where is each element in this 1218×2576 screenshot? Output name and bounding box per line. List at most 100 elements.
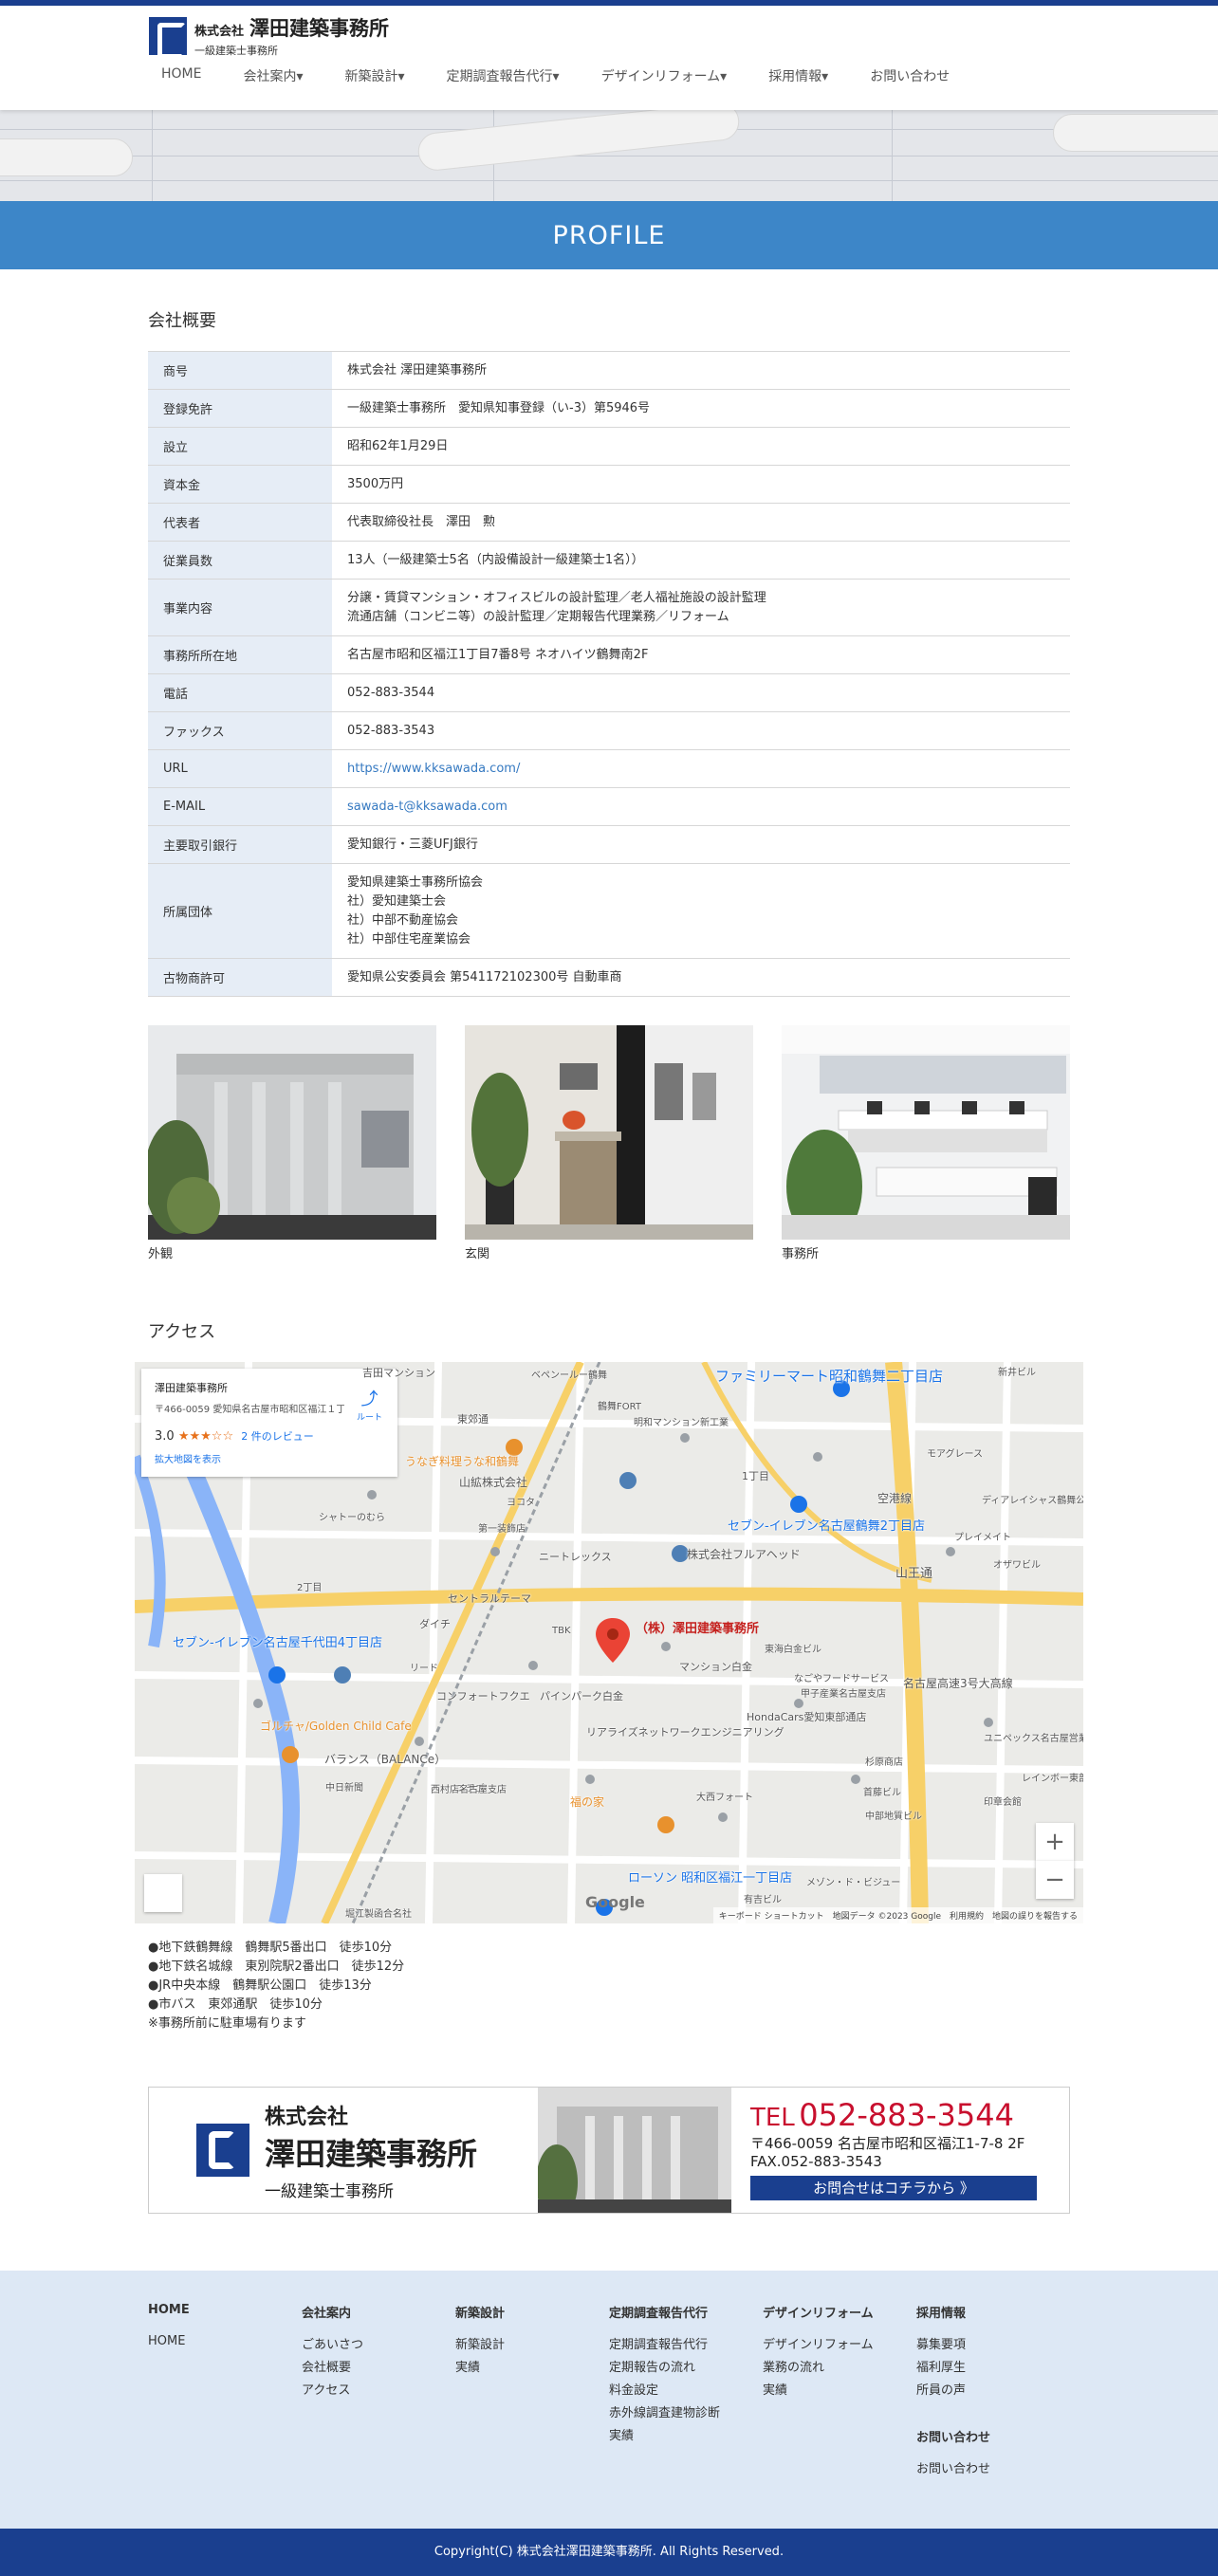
- footer-link[interactable]: 業務の流れ: [763, 2357, 916, 2380]
- map-label[interactable]: 株式会社フルアヘッド: [687, 1546, 801, 1562]
- map-label[interactable]: 空港線: [877, 1490, 912, 1506]
- row-value-line[interactable]: https://www.kksawada.com/: [347, 760, 1055, 779]
- map-label[interactable]: 東海白金ビル: [765, 1641, 821, 1655]
- footer-link[interactable]: アクセス: [302, 2380, 455, 2402]
- map-label[interactable]: 山絋株式会社: [459, 1474, 527, 1490]
- map-label[interactable]: ユニペックス名古屋営業所: [984, 1730, 1083, 1744]
- map-pin-label[interactable]: （株）澤田建築事務所: [636, 1618, 759, 1636]
- zoom-in-button[interactable]: +: [1036, 1823, 1074, 1861]
- map-label[interactable]: リード: [410, 1660, 438, 1674]
- footer-link[interactable]: 募集要項: [916, 2334, 1070, 2357]
- map-label[interactable]: ニートレックス: [539, 1549, 612, 1564]
- footer-link[interactable]: 料金設定: [609, 2380, 763, 2402]
- nav-design-reform[interactable]: デザインリフォーム▾: [601, 66, 728, 85]
- map-directions-button[interactable]: ⤴ ルート: [357, 1386, 382, 1423]
- map-label[interactable]: 杉原商店: [865, 1754, 903, 1768]
- nav-periodic-inspection[interactable]: 定期調査報告代行▾: [447, 66, 560, 85]
- footer-column-title[interactable]: 定期調査報告代行: [609, 2303, 763, 2321]
- map-label[interactable]: パインパーク白金: [540, 1688, 623, 1703]
- map-label[interactable]: 吉田マンション: [362, 1365, 435, 1380]
- banner-contact-button[interactable]: お問合せはコチラから 》: [750, 2176, 1037, 2200]
- row-value[interactable]: sawada-t@kksawada.com: [332, 787, 1070, 826]
- map-label[interactable]: セブン-イレブン名古屋鶴舞2丁目店: [728, 1516, 925, 1534]
- map-layer-toggle[interactable]: [144, 1874, 182, 1912]
- footer-link[interactable]: お問い合わせ: [916, 2458, 1070, 2481]
- map-label[interactable]: 中日新聞: [325, 1779, 363, 1794]
- map-label[interactable]: 首藤ビル: [863, 1784, 901, 1798]
- map-label[interactable]: なごやフードサービス: [794, 1670, 889, 1684]
- contact-banner[interactable]: 株式会社 澤田建築事務所 一級建築士事務所 TEL 052-883-3544 〒…: [148, 2087, 1070, 2214]
- footer-link[interactable]: 福利厚生: [916, 2357, 1070, 2380]
- zoom-out-button[interactable]: −: [1036, 1861, 1074, 1899]
- map-label[interactable]: プレイメイト: [954, 1529, 1011, 1543]
- map-label[interactable]: ベペンールー鶴舞: [531, 1367, 607, 1381]
- map-label[interactable]: 大西フォート: [696, 1789, 753, 1803]
- footer-link[interactable]: 会社概要: [302, 2357, 455, 2380]
- footer-column-title[interactable]: 採用情報: [916, 2303, 1070, 2321]
- map-label[interactable]: 2丁目: [297, 1579, 322, 1593]
- map-label[interactable]: オザワビル: [993, 1556, 1041, 1571]
- map-label[interactable]: ゴルチャ/Golden Child Cafe: [260, 1718, 412, 1734]
- footer-link[interactable]: 定期報告の流れ: [609, 2357, 763, 2380]
- map-label[interactable]: 甲子産業名古屋支店: [801, 1685, 886, 1700]
- map-label[interactable]: メゾン・ド・ビジュー: [806, 1874, 900, 1888]
- map-label[interactable]: セントラルテーマ: [448, 1591, 531, 1606]
- map-label[interactable]: 第一装飾店: [478, 1520, 526, 1535]
- footer-link[interactable]: 定期調査報告代行: [609, 2334, 763, 2357]
- map-label[interactable]: モアグレース: [927, 1445, 983, 1460]
- nav-company[interactable]: 会社案内▾: [243, 66, 303, 85]
- map-label[interactable]: ディアレイシャス鶴舞公園: [982, 1492, 1083, 1506]
- map-label[interactable]: 堀江製函合名社: [345, 1905, 412, 1920]
- map-label[interactable]: 名古屋高速3号大高線: [903, 1675, 1013, 1691]
- map-label[interactable]: ローソン 昭和区福江一丁目店: [628, 1868, 792, 1886]
- map-label[interactable]: 1丁目: [742, 1468, 769, 1483]
- nav-new-design[interactable]: 新築設計▾: [345, 66, 405, 85]
- footer-link[interactable]: 実績: [609, 2425, 763, 2448]
- footer-column-title[interactable]: 新築設計: [455, 2303, 609, 2321]
- map-label[interactable]: 鶴舞FORT: [598, 1398, 641, 1412]
- map-label[interactable]: TBK: [552, 1626, 571, 1636]
- map-label[interactable]: 新井ビル: [998, 1364, 1036, 1378]
- map-label[interactable]: バランス（BALANCe）: [324, 1751, 446, 1767]
- nav-home[interactable]: HOME: [161, 66, 201, 85]
- map-label[interactable]: 有吉ビル: [744, 1891, 782, 1905]
- map-label[interactable]: ファミリーマート昭和鶴舞二丁目店: [715, 1366, 943, 1386]
- map-footer[interactable]: キーボード ショートカット 地図データ ©2023 Google 利用規約 地図…: [712, 1907, 1083, 1923]
- map-label[interactable]: 中部地質ビル: [865, 1808, 922, 1822]
- site-logo[interactable]: 株式会社 澤田建築事務所 一級建築士事務所: [149, 13, 389, 59]
- banner-tel[interactable]: 052-883-3544: [799, 2097, 1014, 2133]
- map-label[interactable]: 明和マンション新工業: [634, 1414, 729, 1428]
- map-label[interactable]: シャトーのむら: [319, 1509, 385, 1523]
- map-label[interactable]: リアライズネットワークエンジニアリング: [586, 1724, 784, 1739]
- map-reviews-link[interactable]: 2 件のレビュー: [241, 1430, 314, 1443]
- footer-column-title[interactable]: デザインリフォーム: [763, 2303, 916, 2321]
- row-value-line[interactable]: sawada-t@kksawada.com: [347, 798, 1055, 817]
- map-label[interactable]: 印章会館: [984, 1794, 1022, 1808]
- footer-link[interactable]: 新築設計: [455, 2334, 609, 2357]
- footer-link[interactable]: HOME: [148, 2330, 302, 2353]
- map-label[interactable]: うなぎ料理うな和鶴舞: [405, 1453, 519, 1469]
- map-label[interactable]: 福の家: [570, 1794, 604, 1810]
- map-larger-link[interactable]: 拡大地図を表示: [155, 1451, 384, 1465]
- map-label[interactable]: コンフォートフクエ: [436, 1688, 530, 1703]
- map-label[interactable]: HondaCars愛知東部通店: [747, 1709, 866, 1724]
- footer-column-title[interactable]: 会社案内: [302, 2303, 455, 2321]
- footer-link[interactable]: ごあいさつ: [302, 2334, 455, 2357]
- map-label[interactable]: セブン-イレブン名古屋千代田4丁目店: [173, 1632, 382, 1650]
- footer-link[interactable]: 実績: [763, 2380, 916, 2402]
- nav-recruit[interactable]: 採用情報▾: [768, 66, 828, 85]
- footer-link[interactable]: デザインリフォーム: [763, 2334, 916, 2357]
- map-label[interactable]: マンション白金: [679, 1659, 752, 1674]
- map-label[interactable]: 西村店名古屋支店: [431, 1781, 507, 1795]
- footer-column-title[interactable]: HOME: [148, 2303, 302, 2317]
- map-label[interactable]: 東郊通: [457, 1411, 489, 1426]
- footer-column-title[interactable]: お問い合わせ: [916, 2427, 1070, 2445]
- footer-link[interactable]: 実績: [455, 2357, 609, 2380]
- row-value[interactable]: https://www.kksawada.com/: [332, 749, 1070, 788]
- footer-link[interactable]: 赤外線調査建物診断: [609, 2402, 763, 2425]
- map-label[interactable]: ヨコタ: [507, 1494, 535, 1508]
- google-map[interactable]: 澤田建築事務所 〒466-0059 愛知県名古屋市昭和区福江１丁目７−８ ネオハ…: [135, 1362, 1083, 1923]
- map-label[interactable]: 山王通: [895, 1563, 932, 1581]
- footer-link[interactable]: 所員の声: [916, 2380, 1070, 2402]
- nav-contact[interactable]: お問い合わせ: [870, 66, 950, 85]
